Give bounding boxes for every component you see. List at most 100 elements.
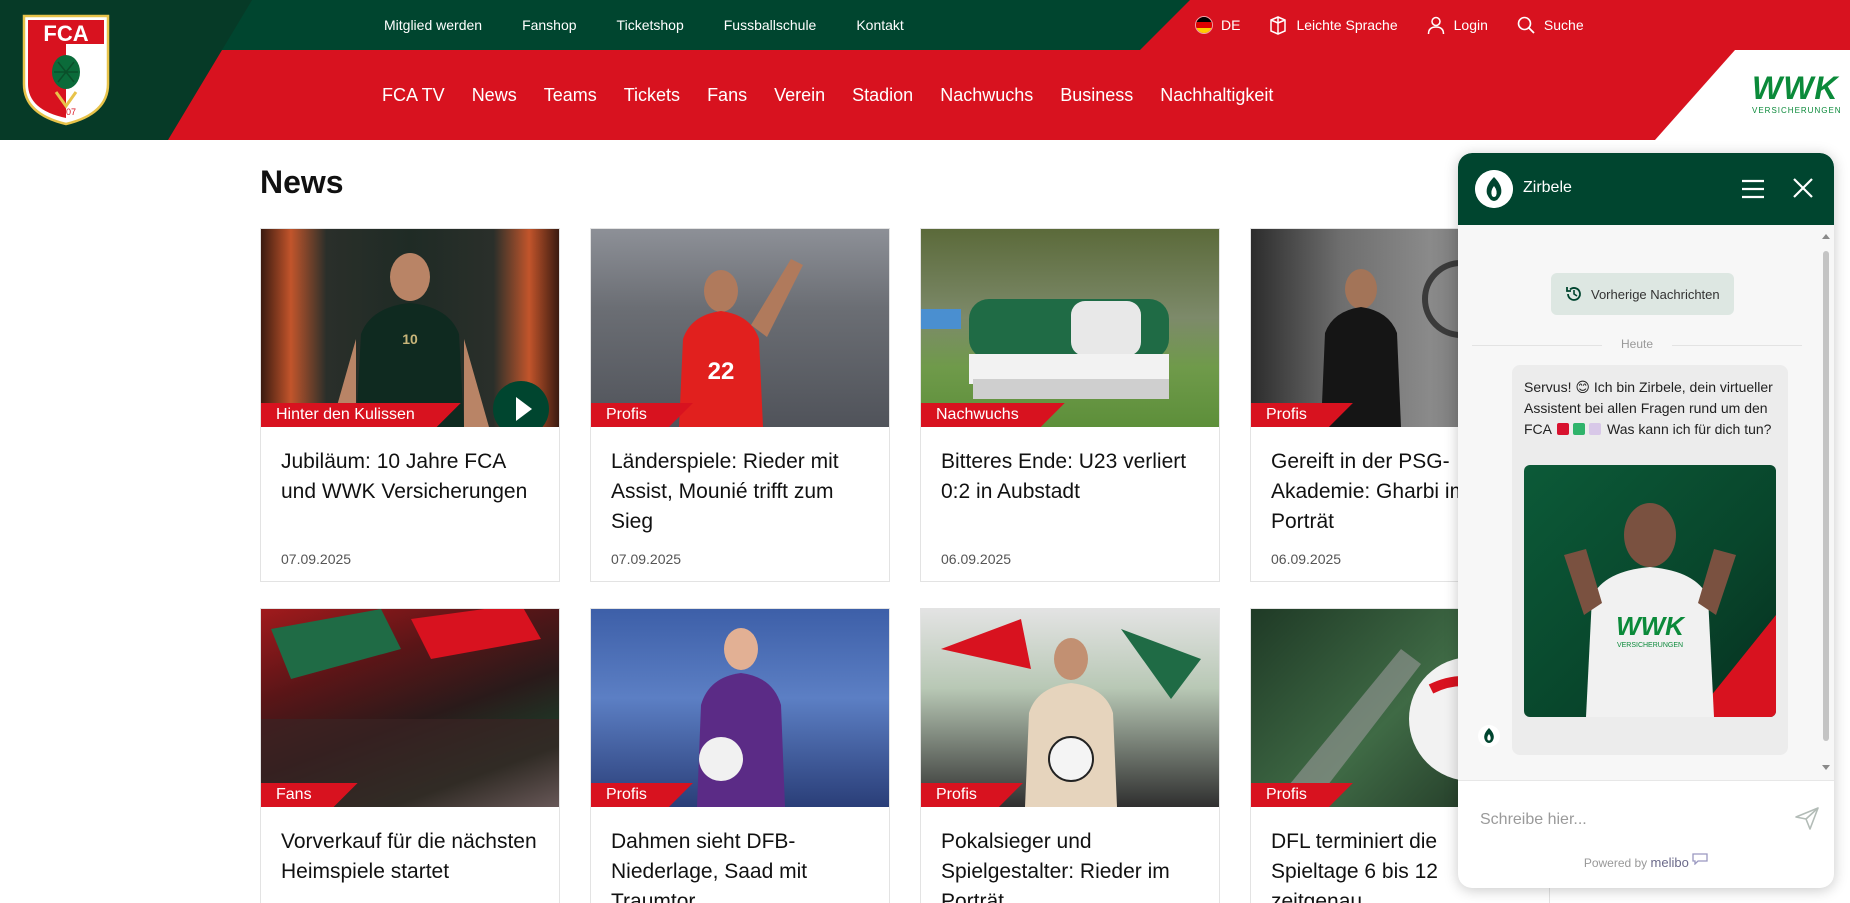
mainnav-business[interactable]: Business bbox=[1060, 85, 1133, 106]
bot-message-text: Servus! 😊 Ich bin Zirbele, dein virtuell… bbox=[1524, 377, 1776, 440]
mainnav-tickets[interactable]: Tickets bbox=[624, 85, 680, 106]
chat-input-divider bbox=[1458, 780, 1834, 781]
mainnav-fca-tv[interactable]: FCA TV bbox=[382, 85, 445, 106]
goalkeeper-photo bbox=[697, 628, 785, 807]
site-header: FCA 1907 Mitglied werden Fanshop Tickets… bbox=[0, 0, 1850, 140]
topnav-fanshop[interactable]: Fanshop bbox=[522, 17, 576, 33]
mainnav-verein[interactable]: Verein bbox=[774, 85, 825, 106]
top-navigation: Mitglied werden Fanshop Ticketshop Fussb… bbox=[384, 0, 904, 50]
mainnav-nachwuchs[interactable]: Nachwuchs bbox=[940, 85, 1033, 106]
fca-logo[interactable]: FCA 1907 bbox=[22, 14, 110, 126]
player-promo-image: WWK VERSICHERUNGEN bbox=[1524, 465, 1776, 717]
red-square-icon bbox=[1557, 423, 1570, 435]
news-card[interactable]: Fans Vorverkauf für die nächsten Heimspi… bbox=[260, 608, 560, 903]
main-navigation: FCA TV News Teams Tickets Fans Verein St… bbox=[382, 72, 1273, 118]
menu-icon[interactable] bbox=[1740, 177, 1766, 201]
powered-by-label: Powered by bbox=[1583, 856, 1648, 870]
wwk-logo-subtitle: VERSICHERUNGEN bbox=[1752, 106, 1842, 115]
powered-by: Powered by melibo bbox=[1458, 853, 1834, 870]
close-icon[interactable] bbox=[1790, 175, 1816, 201]
news-card-title: Vorverkauf für die nächsten Heimspiele s… bbox=[281, 830, 537, 883]
news-card-title: Bitteres Ende: U23 verliert 0:2 in Aubst… bbox=[941, 450, 1187, 503]
language-switch[interactable]: DE bbox=[1195, 16, 1240, 34]
bot-mini-avatar-icon bbox=[1478, 725, 1500, 747]
player-photo: 22 bbox=[679, 259, 803, 427]
chat-bot-name: Zirbele bbox=[1523, 179, 1572, 196]
chat-input[interactable] bbox=[1480, 809, 1750, 831]
news-card-image: 22 Profis bbox=[591, 229, 889, 427]
shirt-sponsor-text: WWK bbox=[1616, 611, 1686, 641]
white-square-icon bbox=[1589, 423, 1602, 435]
news-card-image: Nachwuchs bbox=[921, 229, 1219, 427]
news-card-title: Dahmen sieht DFB-Niederlage, Saad mit Tr… bbox=[611, 830, 808, 903]
bot-message-question: Was kann ich für dich tun? bbox=[1607, 421, 1772, 437]
news-card-title: Pokalsieger und Spielgestalter: Rieder i… bbox=[941, 830, 1170, 903]
fans-photo bbox=[261, 609, 559, 807]
mainnav-fans[interactable]: Fans bbox=[707, 85, 747, 106]
news-card[interactable]: 22 Profis Länderspiele: Rieder mit Assis… bbox=[590, 228, 890, 582]
svg-text:22: 22 bbox=[708, 358, 735, 385]
green-square-icon bbox=[1573, 423, 1586, 435]
logo-year: 1907 bbox=[56, 107, 76, 117]
news-card-tag: Hinter den Kulissen bbox=[261, 403, 461, 427]
news-card-image: Profis bbox=[591, 609, 889, 807]
scroll-down-icon[interactable] bbox=[1822, 763, 1830, 771]
news-card-image: Fans bbox=[261, 609, 559, 807]
login-label: Login bbox=[1453, 17, 1488, 33]
chat-header: Zirbele bbox=[1458, 153, 1834, 225]
shirt-sponsor-sub: VERSICHERUNGEN bbox=[1617, 642, 1683, 649]
chat-messages: Vorherige Nachrichten Heute Servus! 😊 Ic… bbox=[1458, 225, 1834, 780]
day-separator: Heute bbox=[1472, 337, 1802, 353]
news-card[interactable]: Profis Dahmen sieht DFB-Niederlage, Saad… bbox=[590, 608, 890, 903]
mainnav-stadion[interactable]: Stadion bbox=[852, 85, 913, 106]
previous-messages-label: Vorherige Nachrichten bbox=[1591, 286, 1720, 302]
news-card[interactable]: 10 Hinter den Kulissen Jubiläum: 10 Jahr… bbox=[260, 228, 560, 582]
news-card-image: Profis bbox=[921, 609, 1219, 807]
melibo-brand[interactable]: melibo bbox=[1651, 855, 1689, 870]
mainnav-news[interactable]: News bbox=[472, 85, 517, 106]
bot-message-bubble: Servus! 😊 Ich bin Zirbele, dein virtuell… bbox=[1512, 365, 1788, 755]
wwk-sponsor-logo[interactable]: WWK VERSICHERUNGEN bbox=[1752, 70, 1842, 120]
player-photo bbox=[941, 619, 1201, 807]
history-icon bbox=[1566, 287, 1581, 301]
chat-scrollbar[interactable] bbox=[1823, 251, 1829, 741]
news-card-title: Jubiläum: 10 Jahre FCA und WWK Versicher… bbox=[281, 450, 528, 503]
book-icon bbox=[1270, 16, 1287, 35]
topnav-ticketshop[interactable]: Ticketshop bbox=[617, 17, 684, 33]
easy-language-label: Leichte Sprache bbox=[1296, 17, 1398, 33]
topnav-mitglied-werden[interactable]: Mitglied werden bbox=[384, 17, 482, 33]
topnav-kontakt[interactable]: Kontakt bbox=[856, 17, 903, 33]
search-label: Suche bbox=[1543, 17, 1584, 33]
german-flag-icon bbox=[1195, 16, 1213, 34]
news-card-image: 10 Hinter den Kulissen bbox=[261, 229, 559, 427]
user-icon bbox=[1427, 16, 1444, 35]
news-card-date: 07.09.2025 bbox=[611, 551, 682, 567]
wwk-logo-text: WWK bbox=[1752, 70, 1839, 106]
page-root: FCA 1907 Mitglied werden Fanshop Tickets… bbox=[0, 0, 1850, 903]
scroll-up-icon[interactable] bbox=[1822, 233, 1830, 241]
search-link[interactable]: Suche bbox=[1516, 15, 1584, 35]
topnav-fussballschule[interactable]: Fussballschule bbox=[724, 17, 817, 33]
news-card-title: Länderspiele: Rieder mit Assist, Mounié … bbox=[611, 450, 839, 533]
svg-text:10: 10 bbox=[402, 331, 418, 347]
bot-message-image[interactable]: WWK VERSICHERUNGEN bbox=[1524, 465, 1776, 717]
news-card-date: 06.09.2025 bbox=[941, 551, 1012, 567]
language-label: DE bbox=[1221, 17, 1241, 33]
news-card[interactable]: Profis Pokalsieger und Spielgestalter: R… bbox=[920, 608, 1220, 903]
logo-text: FCA bbox=[43, 21, 88, 46]
previous-messages-button[interactable]: Vorherige Nachrichten bbox=[1551, 273, 1734, 315]
team-huddle-photo bbox=[921, 299, 1169, 399]
news-card-date: 07.09.2025 bbox=[281, 551, 352, 567]
news-card-tag: Nachwuchs bbox=[921, 403, 1065, 427]
mainnav-nachhaltigkeit[interactable]: Nachhaltigkeit bbox=[1160, 85, 1273, 106]
news-card[interactable]: Nachwuchs Bitteres Ende: U23 verliert 0:… bbox=[920, 228, 1220, 582]
easy-language-link[interactable]: Leichte Sprache bbox=[1268, 15, 1398, 35]
utility-bar: DE Leichte Sprache Login Suche bbox=[1195, 0, 1612, 50]
mainnav-teams[interactable]: Teams bbox=[544, 85, 597, 106]
chat-bubble-icon bbox=[1692, 853, 1708, 866]
login-link[interactable]: Login bbox=[1426, 15, 1488, 35]
bot-avatar-icon bbox=[1475, 170, 1513, 208]
page-title: News bbox=[260, 164, 344, 200]
send-icon[interactable] bbox=[1794, 805, 1820, 831]
search-icon bbox=[1517, 16, 1535, 34]
